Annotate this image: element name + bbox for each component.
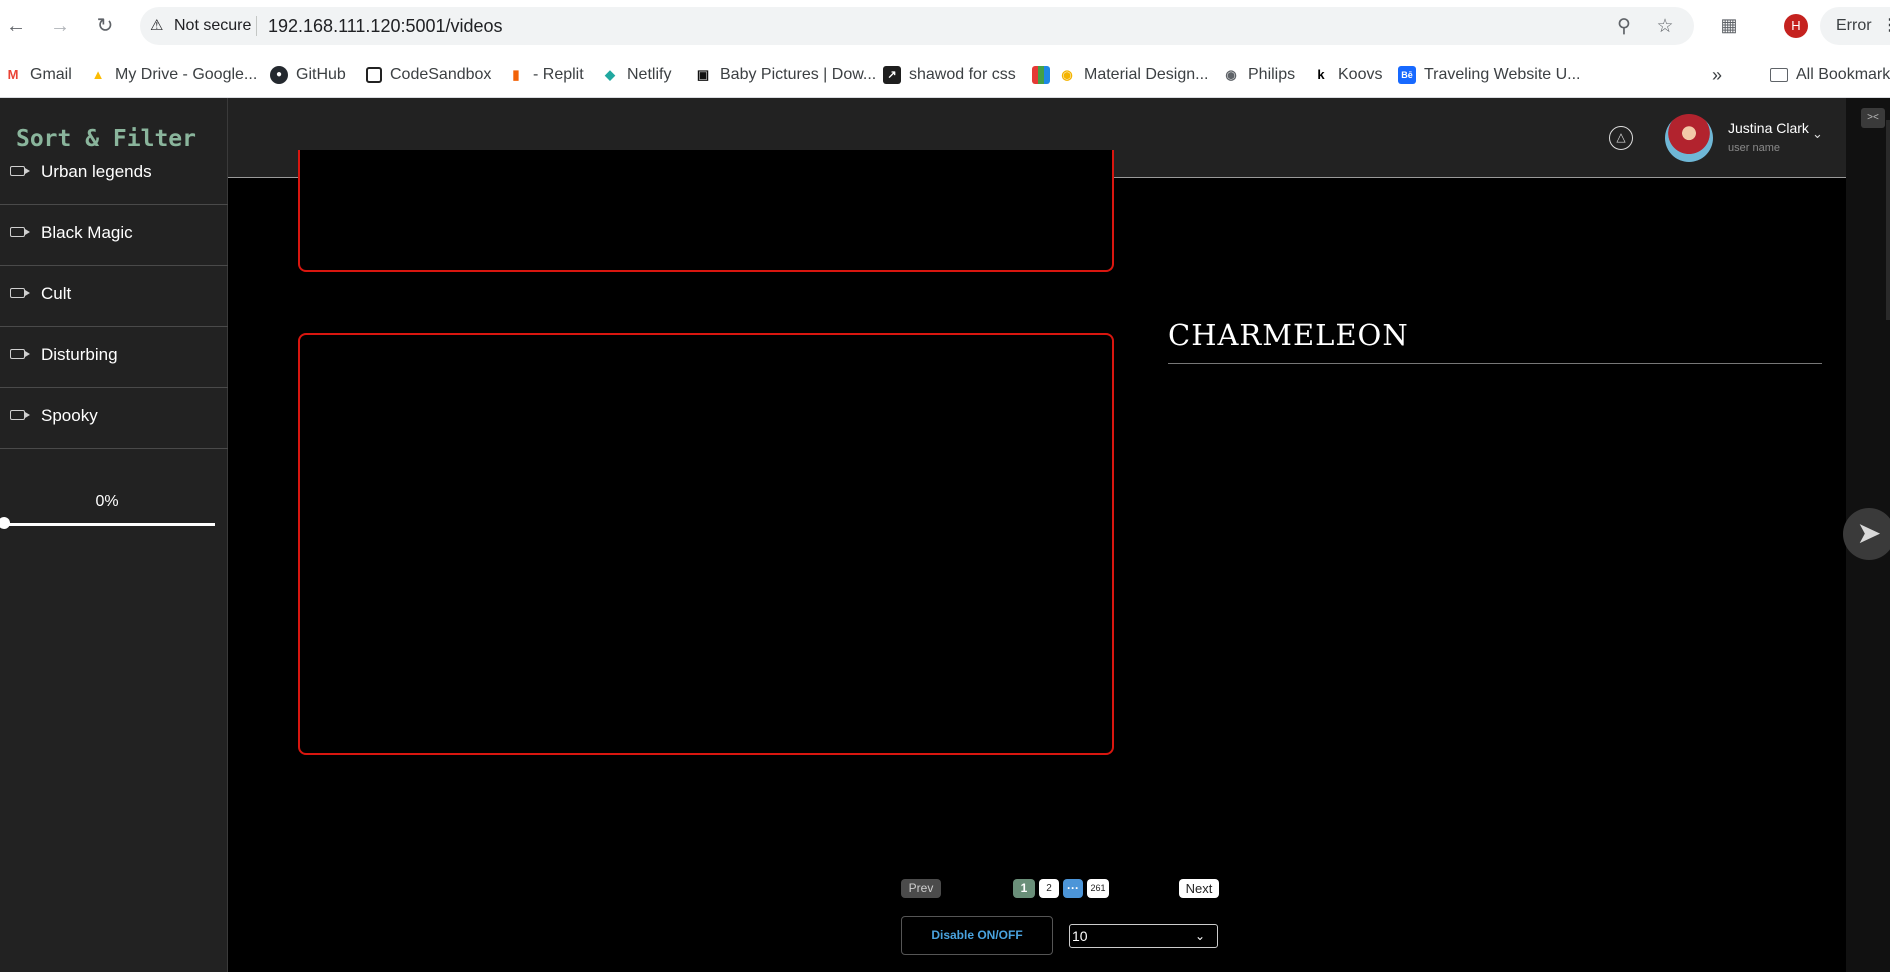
url-text[interactable]: 192.168.111.120:5001/videos <box>268 16 503 37</box>
all-bookmarks-label: All Bookmarks <box>1796 66 1890 83</box>
security-label[interactable]: Not secure <box>174 17 251 35</box>
bookmarks-bar: M Gmail ▲ My Drive - Google... ● GitHub … <box>0 52 1890 98</box>
video-player-previous[interactable] <box>298 150 1114 272</box>
bookmark-label: Koovs <box>1338 66 1383 83</box>
bookmark-traveling[interactable]: Bē Traveling Website U... <box>1398 63 1581 87</box>
bookmark-label: My Drive - Google... <box>115 66 258 83</box>
warning-icon[interactable]: ⚠ <box>150 17 168 35</box>
error-button[interactable]: Error ⋮ <box>1820 7 1890 45</box>
codesandbox-icon <box>366 67 382 83</box>
bookmark-label: Traveling Website U... <box>1424 66 1581 83</box>
bookmark-philips[interactable]: ◉ Philips <box>1222 63 1295 87</box>
github-icon: ● <box>270 66 288 84</box>
category-label: Spooky <box>41 406 98 425</box>
prev-button[interactable]: Prev <box>901 879 941 898</box>
browser-toolbar: ← → ↻ ⚠ Not secure 192.168.111.120:5001/… <box>0 0 1890 52</box>
disable-toggle-button[interactable]: Disable ON/OFF <box>901 916 1053 955</box>
collapse-icon[interactable]: >< <box>1861 108 1885 128</box>
page-size-value: 10 <box>1072 928 1088 944</box>
avatar[interactable] <box>1665 114 1713 162</box>
palette-icon: ◉ <box>1061 67 1073 82</box>
extensions-icon[interactable]: ▦ <box>1717 13 1741 37</box>
progress-percent: 0% <box>95 493 119 510</box>
bookmark-replit[interactable]: ▮ - Replit <box>507 63 584 87</box>
zoom-icon[interactable]: ⚲ <box>1613 16 1635 38</box>
baby-pictures-icon: ▣ <box>696 67 710 82</box>
page-ellipsis-button[interactable]: ··· <box>1063 879 1083 898</box>
bookmark-label: CodeSandbox <box>390 66 492 83</box>
page-button-last[interactable]: 261 <box>1087 879 1109 898</box>
sidebar: Sort & Filter Urban legends Black Magic … <box>0 98 228 972</box>
bookmark-drive[interactable]: ▲ My Drive - Google... <box>89 63 258 87</box>
reload-icon[interactable]: ↻ <box>92 13 118 39</box>
google-drive-icon: ▲ <box>91 67 105 82</box>
progress-slider-track[interactable] <box>2 523 215 526</box>
all-bookmarks[interactable]: All Bookmarks <box>1770 63 1890 87</box>
error-label: Error <box>1836 17 1872 34</box>
notification-bell-icon[interactable]: △ <box>1609 126 1633 150</box>
address-bar[interactable]: ⚠ Not secure 192.168.111.120:5001/videos… <box>140 7 1694 45</box>
profile-avatar[interactable]: H <box>1784 14 1808 38</box>
bookmark-codesandbox[interactable]: CodeSandbox <box>366 63 491 87</box>
chevron-down-icon: ⌄ <box>1194 929 1205 943</box>
bookmark-baby-pictures[interactable]: ▣ Baby Pictures | Dow... <box>694 63 876 87</box>
bookmarks-overflow-icon[interactable]: » <box>1712 63 1722 87</box>
koovs-icon: k <box>1317 67 1325 82</box>
page-button-2[interactable]: 2 <box>1039 879 1059 898</box>
category-label: Disturbing <box>41 345 118 364</box>
behance-icon: Bē <box>1398 66 1416 84</box>
scrollbar[interactable] <box>1886 120 1890 320</box>
category-urban-legends[interactable]: Urban legends <box>0 144 228 205</box>
category-cult[interactable]: Cult <box>0 266 228 327</box>
bookmark-koovs[interactable]: k Koovs <box>1312 63 1382 87</box>
bookmark-label: shawod for css <box>909 66 1016 83</box>
page-button-1[interactable]: 1 <box>1013 879 1035 898</box>
user-name[interactable]: Justina Clark <box>1728 120 1809 136</box>
video-camera-icon <box>10 349 30 359</box>
category-label: Black Magic <box>41 223 133 242</box>
material-design-icon <box>1032 66 1050 84</box>
more-menu-icon[interactable]: ⋮ <box>1882 7 1890 45</box>
netlify-icon: ◆ <box>605 67 615 82</box>
user-role: user name <box>1728 142 1780 154</box>
bookmark-label: - Replit <box>533 66 584 83</box>
bookmark-material-design[interactable]: ◉ Material Design... <box>1032 63 1209 87</box>
title-divider <box>1168 363 1822 364</box>
cursor-icon: ↗ <box>883 66 901 84</box>
video-title: CHARMELEON <box>1168 318 1409 352</box>
bookmark-netlify[interactable]: ◆ Netlify <box>601 63 671 87</box>
send-icon[interactable]: ➤ <box>1843 508 1890 560</box>
forward-arrow-icon[interactable]: → <box>47 13 73 39</box>
bookmark-label: Netlify <box>627 66 672 83</box>
omnibox-divider <box>256 16 257 36</box>
video-camera-icon <box>10 410 30 420</box>
bookmark-label: Baby Pictures | Dow... <box>720 66 877 83</box>
bookmark-label: Material Design... <box>1084 66 1209 83</box>
next-button[interactable]: Next <box>1179 879 1219 898</box>
folder-icon <box>1770 68 1788 82</box>
category-black-magic[interactable]: Black Magic <box>0 205 228 266</box>
category-spooky[interactable]: Spooky <box>0 388 228 449</box>
bookmark-star-icon[interactable]: ☆ <box>1654 16 1676 38</box>
video-camera-icon <box>10 227 30 237</box>
globe-icon: ◉ <box>1225 67 1237 82</box>
page-size-select[interactable]: 10 ⌄ <box>1069 924 1218 948</box>
replit-icon: ▮ <box>512 67 520 82</box>
bookmark-github[interactable]: ● GitHub <box>270 63 346 87</box>
category-disturbing[interactable]: Disturbing <box>0 327 228 388</box>
category-label: Cult <box>41 284 72 303</box>
video-camera-icon <box>10 288 30 298</box>
chevron-down-icon[interactable]: ⌄ <box>1812 126 1823 142</box>
back-arrow-icon[interactable]: ← <box>3 13 29 39</box>
bookmark-gmail[interactable]: M Gmail <box>4 63 72 87</box>
bookmark-label: Philips <box>1248 66 1296 83</box>
bookmark-label: GitHub <box>296 66 346 83</box>
video-player[interactable] <box>298 333 1114 755</box>
bookmark-shawod[interactable]: ↗ shawod for css <box>883 63 1016 87</box>
video-camera-icon <box>10 166 30 176</box>
gmail-icon: M <box>7 67 19 82</box>
progress-slider-thumb[interactable] <box>0 517 10 529</box>
bookmark-label: Gmail <box>30 66 72 83</box>
category-label: Urban legends <box>41 162 152 181</box>
